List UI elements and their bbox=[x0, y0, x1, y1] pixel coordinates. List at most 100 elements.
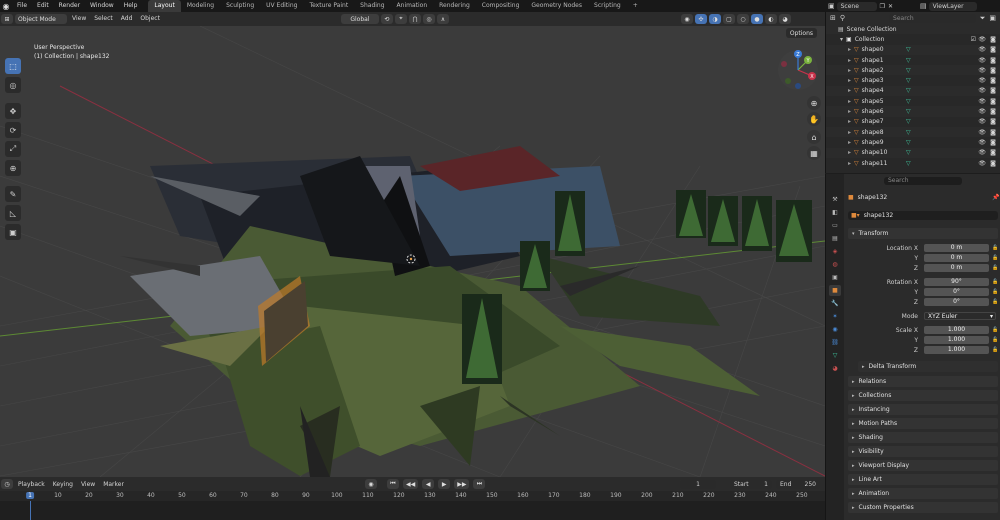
blender-logo-icon[interactable]: ◉ bbox=[0, 0, 12, 12]
panel-custom-properties[interactable]: ▸ Custom Properties bbox=[848, 502, 998, 513]
output-tab-icon[interactable]: ▭ bbox=[829, 220, 841, 231]
collection-checkbox-icon[interactable]: ☑ bbox=[971, 36, 976, 43]
view-layer-selector[interactable]: ViewLayer bbox=[928, 1, 977, 11]
rotation-y-field[interactable]: 0° bbox=[924, 288, 989, 296]
chevron-right-icon[interactable]: ▸ bbox=[848, 87, 851, 94]
chevron-right-icon[interactable]: ▸ bbox=[848, 57, 851, 64]
location-y-field[interactable]: 0 m bbox=[924, 254, 989, 262]
outliner-item-shape3[interactable]: ▸ ▽ shape3 ▽ 👁 ◙ bbox=[826, 75, 1000, 86]
rotation-x-field[interactable]: 90° bbox=[924, 278, 989, 286]
outliner-item-shape11[interactable]: ▸ ▽ shape11 ▽ 👁 ◙ bbox=[826, 157, 1000, 169]
chevron-right-icon[interactable]: ▸ bbox=[848, 149, 851, 156]
zoom-icon[interactable]: ⊕ bbox=[807, 96, 821, 110]
lock-icon[interactable]: 🔓 bbox=[992, 327, 998, 333]
chevron-right-icon[interactable]: ▸ bbox=[848, 160, 851, 167]
magnet-icon[interactable]: ⋂ bbox=[408, 14, 421, 24]
chevron-right-icon[interactable]: ▸ bbox=[848, 67, 851, 74]
cursor-tool-icon[interactable]: ◎ bbox=[5, 77, 21, 93]
rotation-z-field[interactable]: 0° bbox=[924, 298, 989, 306]
transform-orientation-selector[interactable]: Global bbox=[340, 14, 379, 24]
eye-icon[interactable]: 👁 bbox=[978, 98, 986, 105]
mesh-data-icon[interactable]: ▽ bbox=[906, 118, 911, 125]
pivot-icon[interactable]: ⟲ bbox=[380, 14, 393, 24]
timeline-menu-marker[interactable]: Marker bbox=[99, 481, 128, 488]
delta-transform-header[interactable]: ▸ Delta Transform bbox=[858, 361, 998, 372]
eye-icon[interactable]: 👁 bbox=[978, 129, 986, 136]
current-frame-field[interactable]: 1 bbox=[680, 479, 716, 489]
scale-x-field[interactable]: 1.000 bbox=[924, 326, 989, 334]
camera-icon[interactable]: ◙ bbox=[990, 36, 996, 43]
data-tab-icon[interactable]: ▽ bbox=[829, 350, 841, 361]
modifier-tab-icon[interactable]: 🔧 bbox=[829, 298, 841, 309]
camera-icon[interactable]: ◙ bbox=[990, 118, 996, 125]
object-datablock-field[interactable]: ■▾ shape132 bbox=[848, 211, 998, 220]
snap-icon[interactable]: ⌖ bbox=[394, 14, 407, 24]
tab-modeling[interactable]: Modeling bbox=[181, 0, 220, 12]
viewport-menu-object[interactable]: Object bbox=[136, 12, 164, 26]
select-box-icon[interactable]: ⬚ bbox=[5, 58, 21, 74]
scene-tab-icon[interactable]: ◈ bbox=[829, 246, 841, 257]
options-button[interactable]: Options bbox=[785, 28, 817, 38]
outliner-item-shape0[interactable]: ▸ ▽ shape0 ▽ 👁 ◙ bbox=[826, 44, 1000, 55]
scale-z-field[interactable]: 1.000 bbox=[924, 346, 989, 354]
collection-tab-icon[interactable]: ▣ bbox=[829, 272, 841, 283]
timeline-menu-view[interactable]: View bbox=[77, 481, 99, 488]
end-frame-field[interactable]: End 250 bbox=[776, 479, 820, 489]
mesh-data-icon[interactable]: ▽ bbox=[906, 149, 911, 156]
outliner-item-shape2[interactable]: ▸ ▽ shape2 ▽ 👁 ◙ bbox=[826, 65, 1000, 76]
prev-key-icon[interactable]: ◀◀ bbox=[403, 479, 419, 489]
timeline-track[interactable] bbox=[0, 501, 825, 520]
tab-animation[interactable]: Animation bbox=[391, 0, 434, 12]
location-x-field[interactable]: 0 m bbox=[924, 244, 989, 252]
scene-render[interactable] bbox=[0, 26, 825, 477]
eye-icon[interactable]: 👁 bbox=[978, 46, 986, 53]
eye-icon[interactable]: 👁 bbox=[978, 139, 986, 146]
mode-selector[interactable]: Object Mode bbox=[15, 14, 67, 24]
pin-icon[interactable]: 📌 bbox=[992, 194, 999, 201]
copy-icon[interactable]: ❐ bbox=[880, 3, 885, 10]
lock-icon[interactable]: 🔓 bbox=[992, 255, 998, 261]
scale-tool-icon[interactable]: ⤢ bbox=[5, 141, 21, 157]
chevron-right-icon[interactable]: ▸ bbox=[848, 118, 851, 125]
tab-geometry-nodes[interactable]: Geometry Nodes bbox=[525, 0, 588, 12]
tab-uv-editing[interactable]: UV Editing bbox=[260, 0, 303, 12]
transform-tool-icon[interactable]: ⊕ bbox=[5, 160, 21, 176]
panel-viewport-display[interactable]: ▸ Viewport Display bbox=[848, 460, 998, 471]
autokey-icon[interactable]: ◉ bbox=[365, 479, 377, 489]
material-tab-icon[interactable]: ◕ bbox=[829, 363, 841, 374]
lock-icon[interactable]: 🔓 bbox=[992, 337, 998, 343]
mesh-data-icon[interactable]: ▽ bbox=[906, 98, 911, 105]
world-tab-icon[interactable]: ◍ bbox=[829, 259, 841, 270]
camera-icon[interactable]: ◙ bbox=[990, 77, 996, 84]
next-key-icon[interactable]: ▶▶ bbox=[454, 479, 470, 489]
camera-icon[interactable]: ◙ bbox=[990, 149, 996, 156]
add-cube-tool-icon[interactable]: ▣ bbox=[5, 224, 21, 240]
panel-animation[interactable]: ▸ Animation bbox=[848, 488, 998, 499]
menu-window[interactable]: Window bbox=[85, 0, 119, 12]
pan-hand-icon[interactable]: ✋ bbox=[807, 112, 821, 126]
eye-icon[interactable]: 👁 bbox=[978, 36, 986, 43]
chevron-right-icon[interactable]: ▸ bbox=[848, 77, 851, 84]
mesh-data-icon[interactable]: ▽ bbox=[906, 46, 911, 53]
chevron-right-icon[interactable]: ▸ bbox=[848, 98, 851, 105]
camera-icon[interactable]: ◙ bbox=[990, 67, 996, 74]
eye-icon[interactable]: 👁 bbox=[978, 67, 986, 74]
rotation-mode-dropdown[interactable]: XYZ Euler ▾ bbox=[924, 312, 996, 320]
tab-sculpting[interactable]: Sculpting bbox=[220, 0, 260, 12]
outliner-item-shape6[interactable]: ▸ ▽ shape6 ▽ 👁 ◙ bbox=[826, 106, 1000, 117]
tab-shading[interactable]: Shading bbox=[354, 0, 390, 12]
chevron-right-icon[interactable]: ▸ bbox=[848, 108, 851, 115]
camera-icon[interactable]: ◙ bbox=[990, 139, 996, 146]
view-layer-tab-icon[interactable]: ▤ bbox=[829, 233, 841, 244]
eye-icon[interactable]: 👁 bbox=[978, 118, 986, 125]
mesh-data-icon[interactable]: ▽ bbox=[906, 87, 911, 94]
shading-material-icon[interactable]: ◐ bbox=[764, 14, 777, 24]
camera-icon[interactable]: ◙ bbox=[990, 87, 996, 94]
overlay-toggle-icon[interactable]: ◑ bbox=[708, 14, 721, 24]
timeline-editor-icon[interactable]: ◷ bbox=[1, 479, 13, 489]
play-reverse-icon[interactable]: ◀ bbox=[422, 479, 435, 489]
tab-rendering[interactable]: Rendering bbox=[433, 0, 476, 12]
eye-icon[interactable]: 👁 bbox=[978, 149, 986, 156]
transform-panel-header[interactable]: ▾ Transform bbox=[848, 228, 998, 239]
chevron-right-icon[interactable]: ▸ bbox=[848, 46, 851, 53]
